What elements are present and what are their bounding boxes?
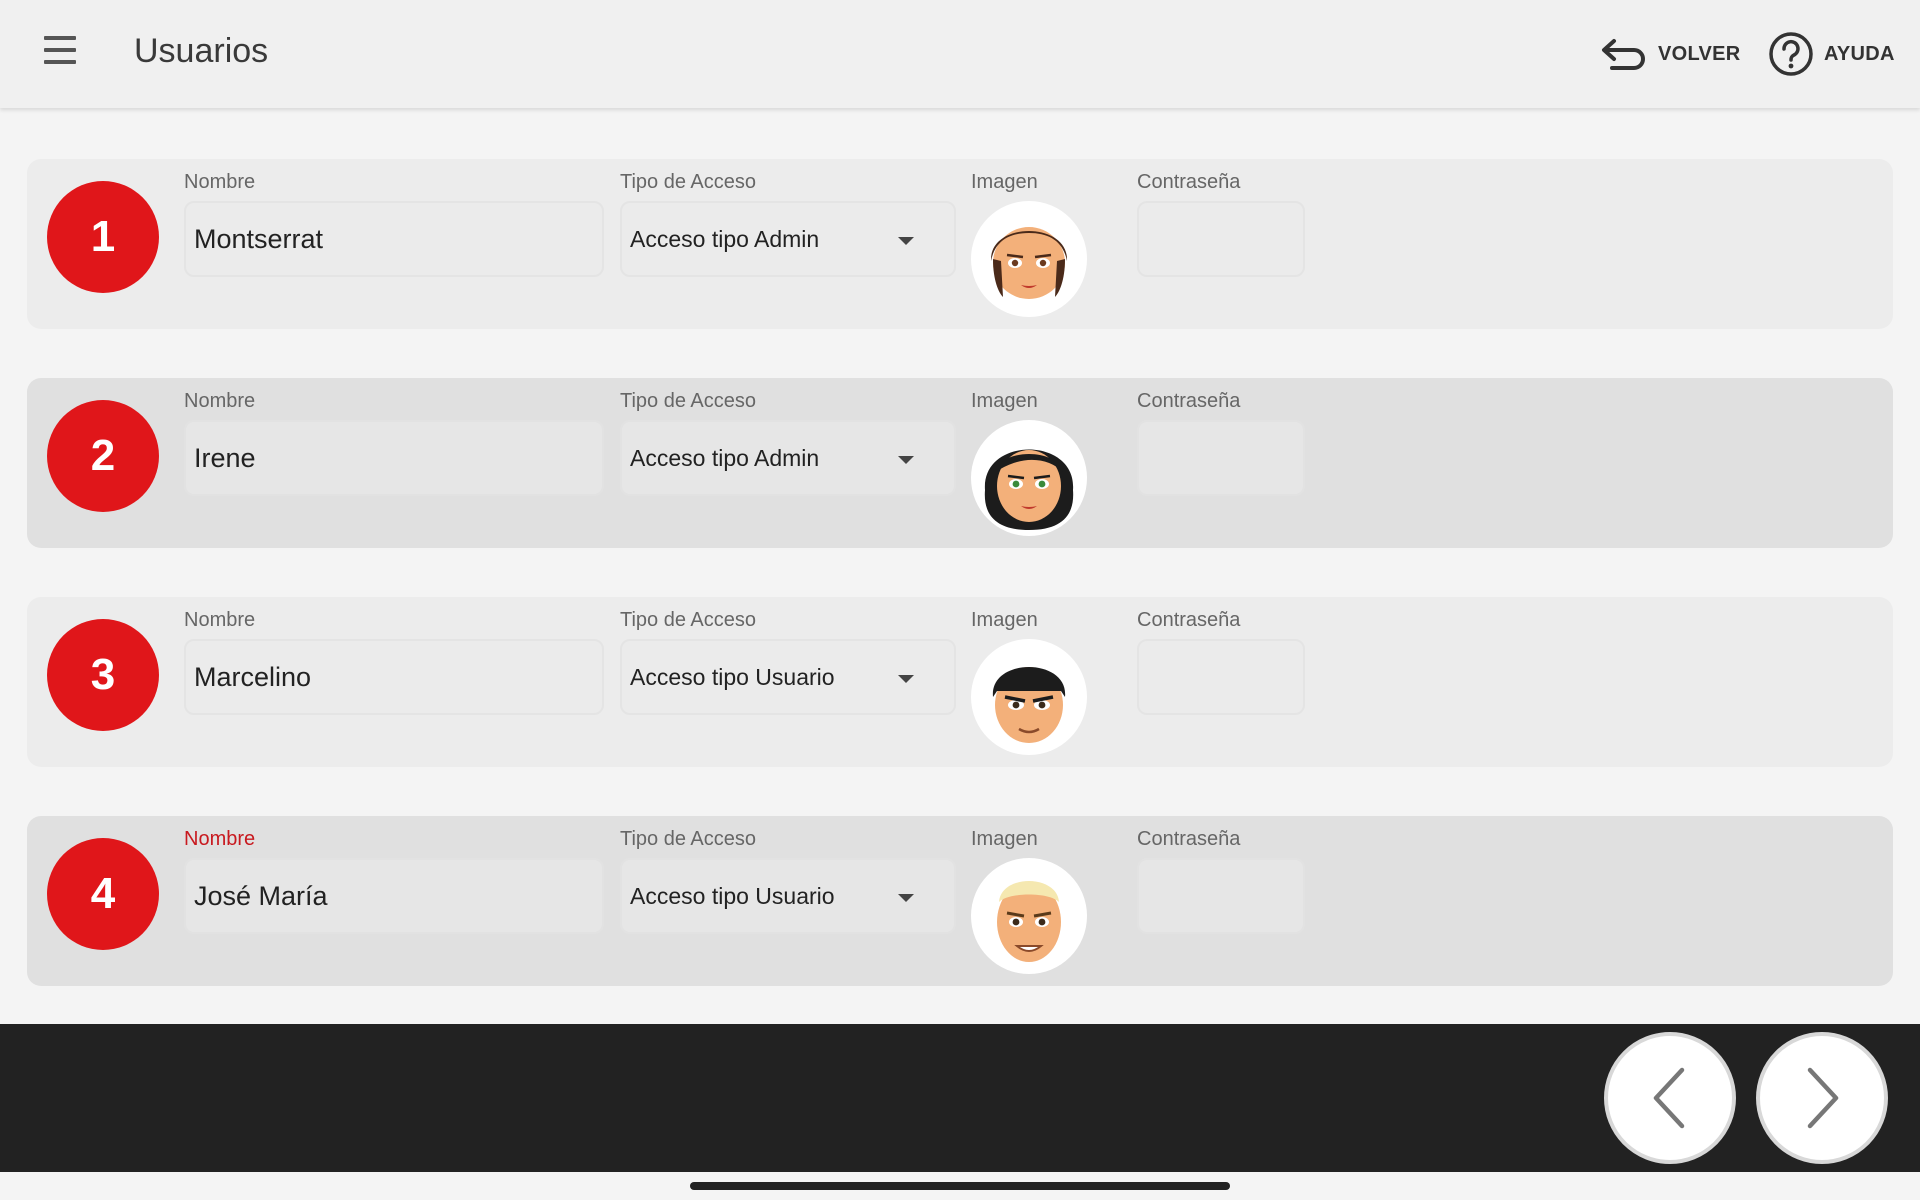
user-number-badge: 4 <box>47 838 159 950</box>
back-arrow-icon <box>1602 39 1645 70</box>
dropdown-caret-icon <box>898 456 914 464</box>
name-label: Nombre <box>184 828 256 850</box>
menu-icon[interactable] <box>40 36 80 70</box>
man-black-hair-avatar[interactable] <box>971 639 1087 755</box>
access-select[interactable]: Acceso tipo Admin <box>620 420 956 496</box>
image-label: Imagen <box>971 609 1038 631</box>
back-button[interactable]: VOLVER <box>1600 28 1741 80</box>
help-icon <box>1769 32 1813 76</box>
access-label: Tipo de Acceso <box>620 171 757 193</box>
password-field[interactable] <box>1137 420 1305 496</box>
app-header: Usuarios VOLVER AYUDA <box>0 0 1920 108</box>
password-label: Contraseña <box>1137 828 1241 850</box>
help-button[interactable]: AYUDA <box>1768 28 1895 80</box>
user-row: 1 Nombre Tipo de Acceso Imagen Contraseñ… <box>27 159 1893 329</box>
access-value: Acceso tipo Admin <box>630 444 820 471</box>
access-value: Acceso tipo Admin <box>630 225 820 252</box>
name-value: Marcelino <box>194 661 312 692</box>
page-title: Usuarios <box>134 32 269 70</box>
help-label: AYUDA <box>1824 42 1895 65</box>
access-label: Tipo de Acceso <box>620 828 757 850</box>
name-label: Nombre <box>184 609 256 631</box>
dropdown-caret-icon <box>898 675 914 683</box>
access-value: Acceso tipo Usuario <box>630 882 835 909</box>
woman-brown-hair-avatar[interactable] <box>971 201 1087 317</box>
password-label: Contraseña <box>1137 609 1241 631</box>
chevron-left-icon <box>1653 1067 1685 1129</box>
access-select[interactable]: Acceso tipo Admin <box>620 201 956 277</box>
back-label: VOLVER <box>1658 42 1741 65</box>
name-label: Nombre <box>184 171 256 193</box>
user-number-badge: 1 <box>47 181 159 293</box>
name-field[interactable]: José María <box>184 858 604 934</box>
name-field[interactable]: Montserrat <box>184 201 604 277</box>
woman-black-hair-avatar[interactable] <box>971 420 1087 536</box>
home-indicator[interactable] <box>690 1182 1230 1190</box>
user-row: 4 Nombre Tipo de Acceso Imagen Contraseñ… <box>27 816 1893 986</box>
user-number-badge: 2 <box>47 400 159 512</box>
access-value: Acceso tipo Usuario <box>630 663 835 690</box>
dropdown-caret-icon <box>898 237 914 245</box>
name-value: Montserrat <box>194 223 324 254</box>
image-label: Imagen <box>971 171 1038 193</box>
user-number-badge: 3 <box>47 619 159 731</box>
name-label: Nombre <box>184 390 256 412</box>
previous-button[interactable] <box>1604 1032 1736 1164</box>
dropdown-caret-icon <box>898 894 914 902</box>
password-field[interactable] <box>1137 201 1305 277</box>
password-field[interactable] <box>1137 639 1305 715</box>
password-label: Contraseña <box>1137 171 1241 193</box>
access-select[interactable]: Acceso tipo Usuario <box>620 858 956 934</box>
name-field[interactable]: Irene <box>184 420 604 496</box>
password-field[interactable] <box>1137 858 1305 934</box>
name-value: Irene <box>194 442 256 473</box>
user-row: 2 Nombre Tipo de Acceso Imagen Contraseñ… <box>27 378 1893 548</box>
image-label: Imagen <box>971 828 1038 850</box>
access-select[interactable]: Acceso tipo Usuario <box>620 639 956 715</box>
access-label: Tipo de Acceso <box>620 609 757 631</box>
access-label: Tipo de Acceso <box>620 390 757 412</box>
man-blonde-hair-avatar[interactable] <box>971 858 1087 974</box>
name-value: José María <box>194 880 328 911</box>
password-label: Contraseña <box>1137 390 1241 412</box>
image-label: Imagen <box>971 390 1038 412</box>
name-field[interactable]: Marcelino <box>184 639 604 715</box>
next-button[interactable] <box>1756 1032 1888 1164</box>
chevron-right-icon <box>1807 1067 1839 1129</box>
user-row: 3 Nombre Tipo de Acceso Imagen Contraseñ… <box>27 597 1893 767</box>
